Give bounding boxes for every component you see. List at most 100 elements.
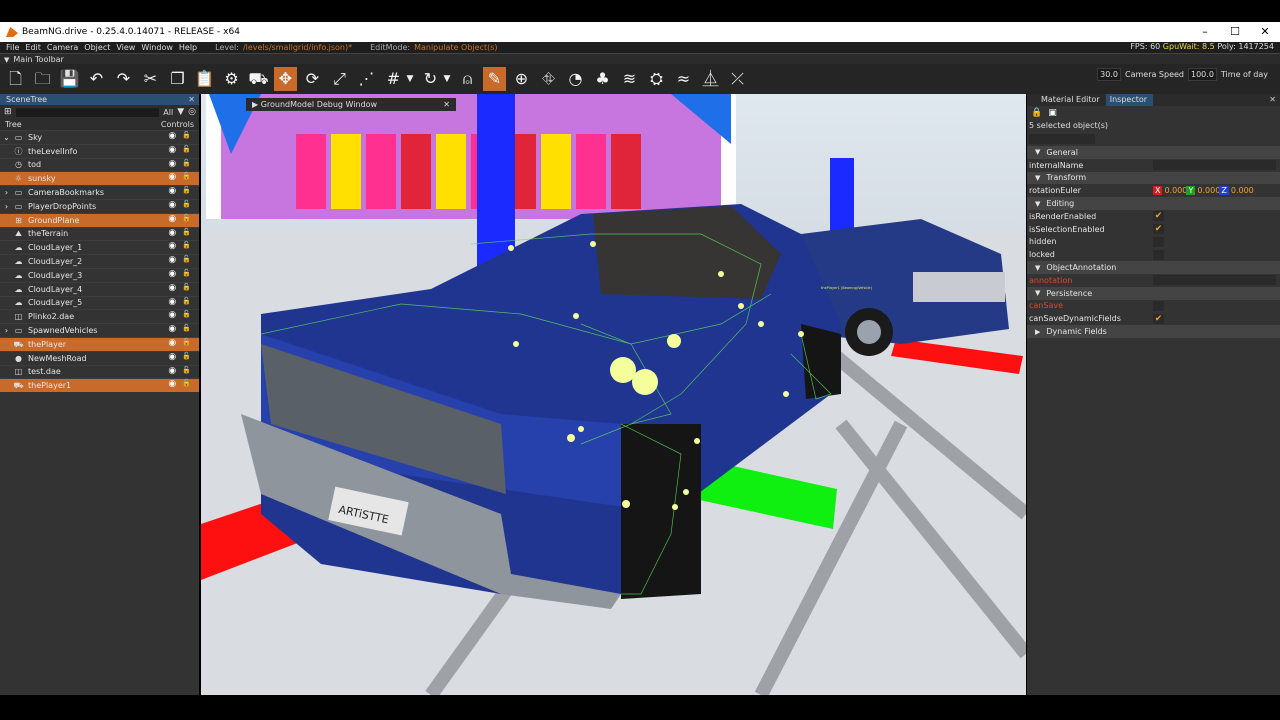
rotation-z-input[interactable]: 0.000 — [1231, 186, 1254, 195]
open-folder-icon[interactable]: 🗀 — [31, 67, 54, 91]
lock-icon[interactable]: 🔓 — [182, 338, 191, 348]
tab-inspector[interactable]: Inspector — [1105, 94, 1154, 106]
save-icon[interactable]: 💾 — [58, 67, 81, 91]
visibility-eye-icon[interactable]: ◉ — [168, 228, 176, 238]
road-editor-icon[interactable]: ⛗ — [537, 67, 560, 91]
visibility-eye-icon[interactable]: ◉ — [168, 297, 176, 307]
add-object-icon[interactable]: ⊕ — [510, 67, 533, 91]
lock-icon[interactable]: 🔓 — [182, 324, 191, 334]
new-file-icon[interactable]: 🗋 — [4, 67, 27, 91]
scenetree-item-plinko2-dae[interactable]: ◫ Plinko2.dae ◉ 🔓 — [0, 309, 199, 323]
lock-icon[interactable]: 🔓 — [182, 255, 191, 265]
checkbox[interactable]: ✔ — [1153, 313, 1164, 324]
section-persistence[interactable]: ▼ Persistence — [1027, 286, 1280, 300]
checkbox[interactable]: ✔ — [1153, 211, 1164, 222]
decal-editor-icon[interactable]: ⛭ — [645, 67, 668, 91]
visibility-eye-icon[interactable]: ◉ — [168, 172, 176, 182]
checkbox[interactable] — [1153, 236, 1164, 247]
close-icon[interactable]: ✕ — [1269, 94, 1276, 106]
visibility-eye-icon[interactable]: ◉ — [168, 366, 176, 376]
rotation-x-input[interactable]: 0.000 — [1164, 186, 1187, 195]
visibility-eye-icon[interactable]: ◉ — [168, 241, 176, 251]
scenetree-filter-select[interactable]: All — [163, 108, 173, 117]
lock-icon[interactable]: 🔓 — [182, 200, 191, 210]
scenetree-item-newmeshroad[interactable]: ● NewMeshRoad ◉ 🔓 — [0, 350, 199, 365]
scenetree-item-sky[interactable]: ⌄ ▭ Sky ◉ 🔓 — [0, 130, 199, 144]
scale-gizmo-icon[interactable]: ⤢ — [328, 67, 351, 91]
redo-icon[interactable]: ↷ — [112, 67, 135, 91]
visibility-eye-icon[interactable]: ◉ — [168, 352, 176, 362]
lock-icon[interactable]: 🔓 — [182, 283, 191, 293]
text-input[interactable] — [1153, 160, 1276, 171]
collapse-arrow-icon[interactable]: ▼ — [1035, 200, 1040, 208]
lock-icon[interactable]: 🔒 — [1031, 108, 1042, 118]
section-dynamic-fields[interactable]: ▶ Dynamic Fields — [1027, 325, 1280, 338]
rotate-gizmo-icon[interactable]: ⟳ — [301, 67, 324, 91]
lock-icon[interactable]: 🔓 — [182, 269, 191, 279]
visibility-eye-icon[interactable]: ◉ — [168, 283, 176, 293]
water-editor-icon[interactable]: ≈ — [672, 67, 695, 91]
material-layers-icon[interactable]: ≋ — [618, 67, 641, 91]
camera-speed-input[interactable]: 30.0 — [1097, 68, 1121, 81]
pencil-edit-icon[interactable]: ✎ — [483, 67, 506, 91]
maximize-button[interactable]: ☐ — [1220, 22, 1250, 42]
lock-icon[interactable]: 🔓 — [182, 131, 191, 141]
lock-icon[interactable]: 🔓 — [182, 352, 191, 362]
visibility-eye-icon[interactable]: ◉ — [168, 145, 176, 155]
snap-grid-icon[interactable]: # — [382, 67, 405, 91]
vehicle-icon[interactable]: ⛟ — [247, 67, 270, 91]
translate-gizmo-icon[interactable]: ✥ — [274, 67, 297, 91]
chevron-down-icon[interactable]: ▼ — [177, 107, 184, 117]
visibility-eye-icon[interactable]: ◉ — [168, 269, 176, 279]
lock-icon[interactable]: 🔓 — [182, 214, 191, 224]
lock-icon[interactable]: 🔓 — [182, 145, 191, 155]
menu-object[interactable]: Object — [84, 43, 110, 52]
scenetree-item-cloudlayer-5[interactable]: ☁ CloudLayer_5 ◉ 🔓 — [0, 295, 199, 310]
visibility-eye-icon[interactable]: ◉ — [168, 214, 176, 224]
visibility-eye-icon[interactable]: ◉ — [168, 310, 176, 320]
scenetree-item-cloudlayer-4[interactable]: ☁ CloudLayer_4 ◉ 🔓 — [0, 281, 199, 296]
drop-at-cursor-icon[interactable]: ⍝ — [456, 67, 479, 91]
scenetree-item-groundplane[interactable]: ⊞ GroundPlane ◉ 🔓 — [0, 212, 199, 227]
forest-editor-icon[interactable]: ♣ — [591, 67, 614, 91]
collapse-arrow-icon[interactable]: ▼ — [1035, 148, 1040, 156]
visibility-eye-icon[interactable]: ◉ — [168, 379, 176, 389]
settings-gear-icon[interactable]: ⚙ — [220, 67, 243, 91]
tab-material-editor[interactable]: Material Editor — [1027, 94, 1106, 106]
menu-edit[interactable]: Edit — [25, 43, 41, 52]
visibility-eye-icon[interactable]: ◉ — [168, 338, 176, 348]
visibility-eye-icon[interactable]: ◉ — [168, 131, 176, 141]
visibility-eye-icon[interactable]: ◉ — [168, 324, 176, 334]
menu-window[interactable]: Window — [141, 43, 173, 52]
visibility-eye-icon[interactable]: ◉ — [168, 200, 176, 210]
scenetree-item-test-dae[interactable]: ◫ test.dae ◉ 🔓 — [0, 364, 199, 379]
scenetree-item-sunsky[interactable]: ☼ sunsky ◉ 🔓 — [0, 171, 199, 186]
groundmodel-debug-window[interactable]: ▶ GroundModel Debug Window ✕ — [246, 98, 456, 111]
minimize-button[interactable]: – — [1190, 22, 1220, 42]
expand-arrow-icon[interactable]: ⌄ — [0, 133, 13, 142]
scenetree-item-theplayer1[interactable]: ⛟ thePlayer1 ◉ 🔓 — [0, 378, 199, 393]
close-icon[interactable]: ✕ — [443, 98, 450, 111]
lock-icon[interactable]: 🔓 — [182, 366, 191, 376]
inspector-filter-input[interactable] — [1029, 134, 1095, 144]
undo-icon[interactable]: ↶ — [85, 67, 108, 91]
checkbox[interactable] — [1153, 300, 1164, 311]
collapse-arrow-icon[interactable]: ▼ — [1035, 174, 1040, 182]
lock-icon[interactable]: 🔓 — [182, 159, 191, 169]
3d-viewport[interactable]: ARTiSTTE thePlayer1 (Beamng/Vehicle) — [201, 94, 1026, 695]
lock-icon[interactable]: 🔓 — [182, 228, 191, 238]
scenetree-item-cloudlayer-2[interactable]: ☁ CloudLayer_2 ◉ 🔓 — [0, 254, 199, 268]
menu-file[interactable]: File — [6, 43, 19, 52]
menu-view[interactable]: View — [116, 43, 135, 52]
section-general[interactable]: ▼ General — [1027, 146, 1280, 159]
time-of-day-input[interactable]: 100.0 — [1188, 68, 1217, 81]
lock-icon[interactable]: 🔓 — [182, 172, 191, 182]
lock-icon[interactable]: 🔓 — [182, 310, 191, 320]
visibility-eye-icon[interactable]: ◉ — [168, 255, 176, 265]
collapse-arrow-icon[interactable]: ▼ — [1035, 289, 1040, 297]
menu-camera[interactable]: Camera — [47, 43, 78, 52]
expand-arrow-icon[interactable]: › — [0, 188, 13, 197]
scenetree-item-theterrain[interactable]: ⛰ theTerrain ◉ 🔓 — [0, 226, 199, 241]
cut-icon[interactable]: ✂ — [139, 67, 162, 91]
rotate-dropdown-icon[interactable]: ▼ — [442, 67, 452, 91]
